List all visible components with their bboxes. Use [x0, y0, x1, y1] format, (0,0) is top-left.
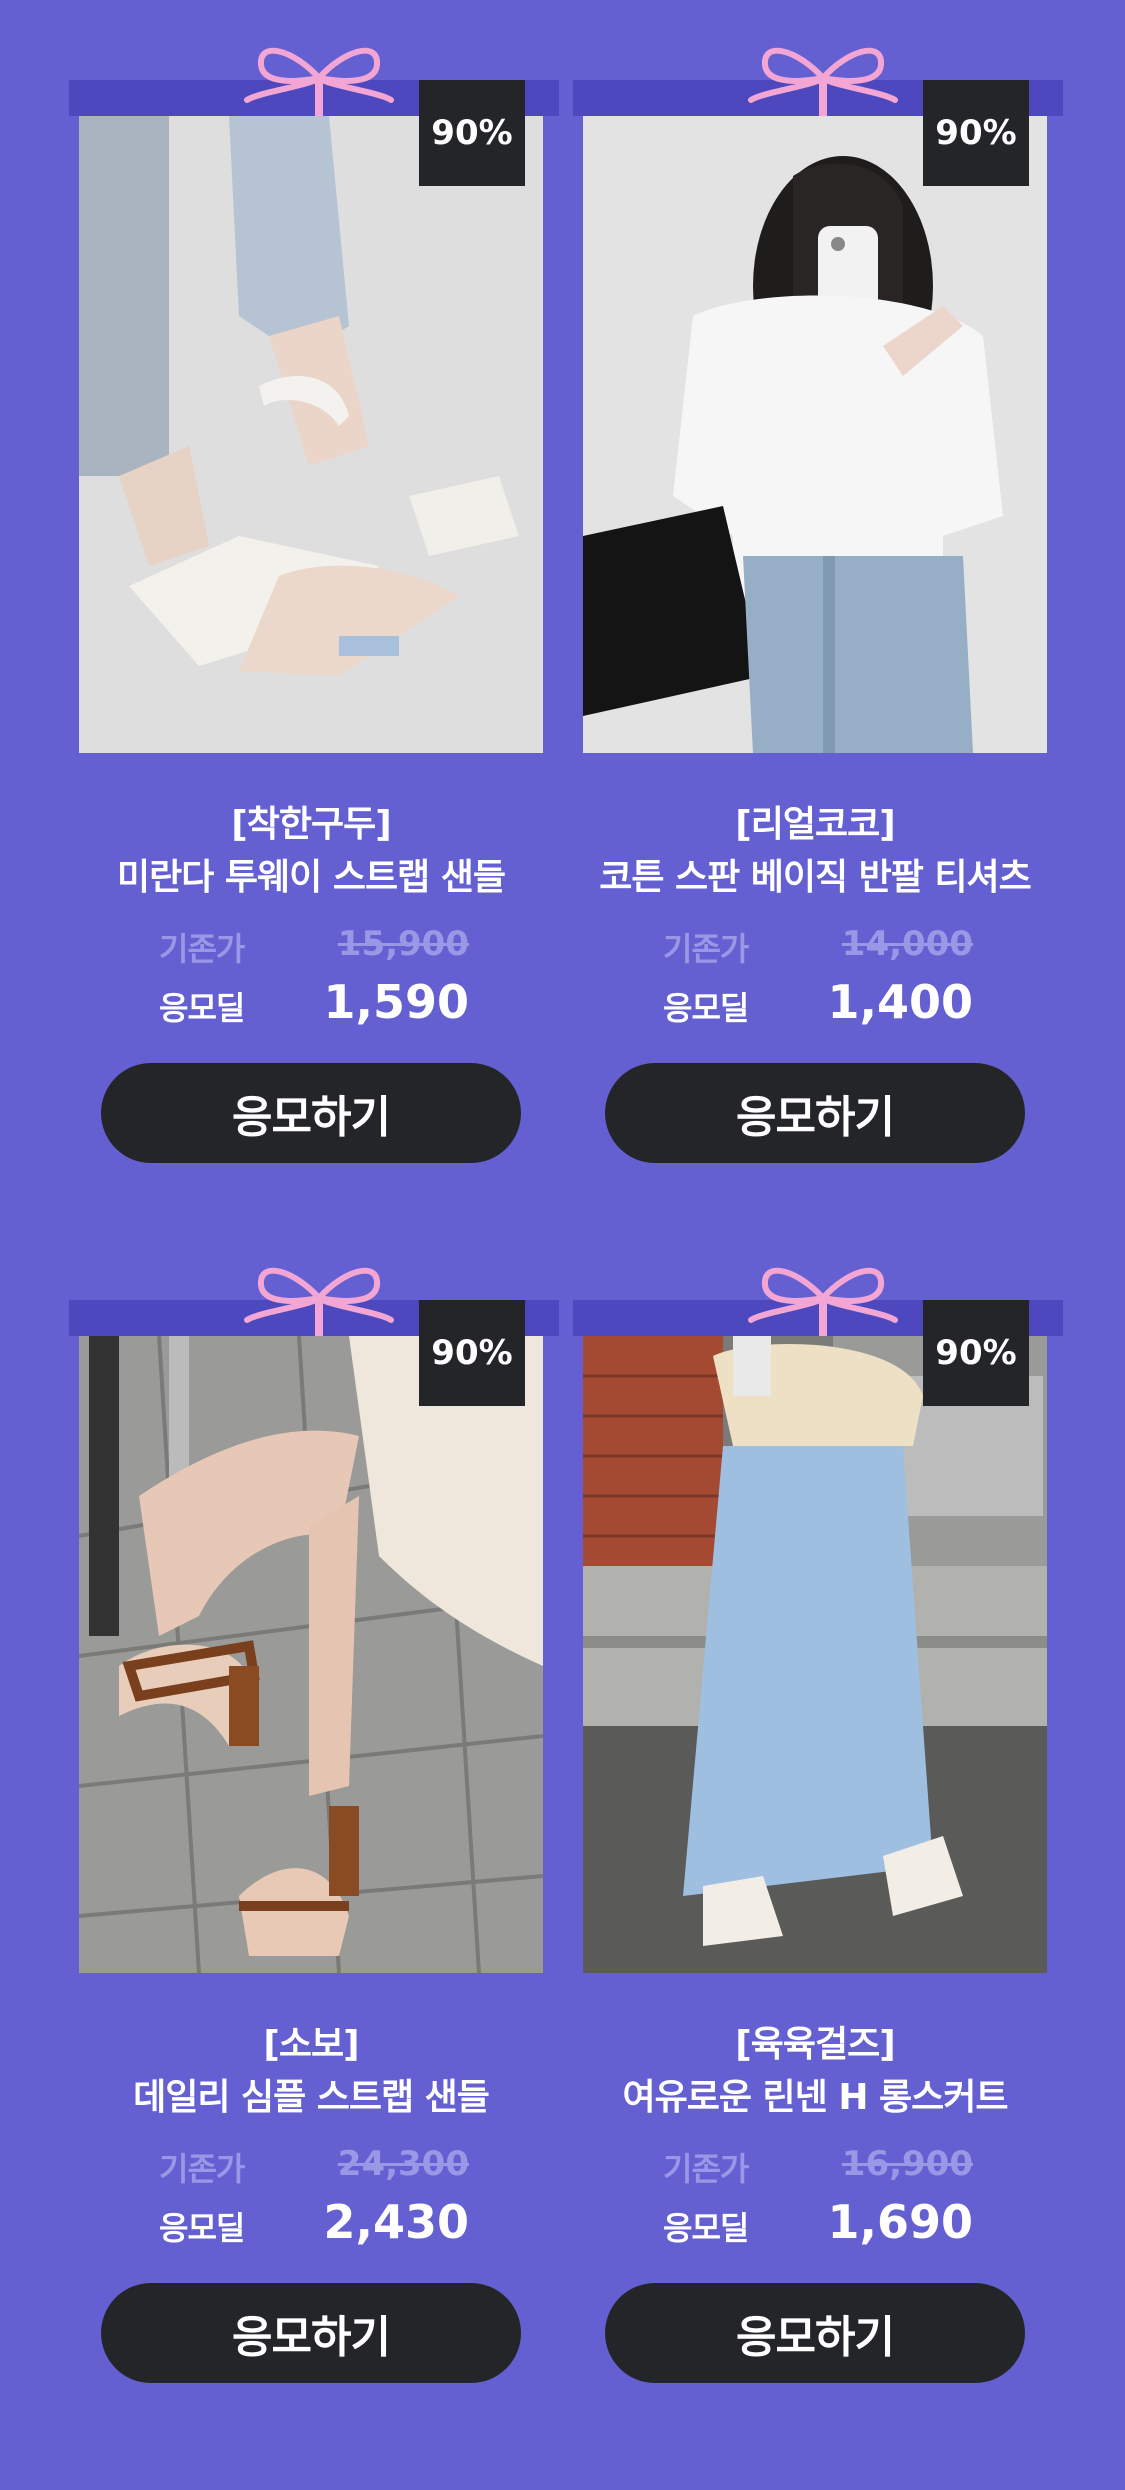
- product-image[interactable]: [583, 1336, 1047, 1973]
- brand-name: [리얼코코]: [735, 804, 895, 845]
- original-price: 15,900: [337, 924, 469, 964]
- original-price: 24,300: [337, 2144, 469, 2184]
- original-price-label: 기존가: [159, 930, 245, 968]
- deal-price-label: 응모딜: [663, 2209, 749, 2247]
- brand-name: [육육걸즈]: [735, 2024, 895, 2065]
- apply-button[interactable]: 응모하기: [605, 1063, 1025, 1163]
- original-price-row: 기존가 24,300: [139, 2140, 519, 2190]
- original-price-label: 기존가: [663, 2150, 749, 2188]
- product-image[interactable]: [79, 116, 543, 753]
- discount-badge: 90%: [923, 1300, 1029, 1406]
- deal-price: 2,430: [323, 2195, 469, 2249]
- original-price-label: 기존가: [159, 2150, 245, 2188]
- deal-price-row: 응모딜 2,430: [139, 2195, 519, 2249]
- bow-icon: [743, 1240, 903, 1340]
- bow-icon: [743, 20, 903, 120]
- apply-button[interactable]: 응모하기: [101, 1063, 521, 1163]
- original-price-row: 기존가 16,900: [643, 2140, 1023, 2190]
- deal-price: 1,690: [827, 2195, 973, 2249]
- brand-name: [소보]: [263, 2024, 359, 2065]
- deal-price-label: 응모딜: [663, 989, 749, 1027]
- deal-price-row: 응모딜 1,690: [643, 2195, 1023, 2249]
- product-name: 코튼 스판 베이직 반팔 티셔츠: [599, 857, 1032, 898]
- original-price-label: 기존가: [663, 930, 749, 968]
- deal-price-label: 응모딜: [159, 989, 245, 1027]
- bow-icon: [239, 20, 399, 120]
- product-name: 여유로운 린넨 H 롱스커트: [622, 2077, 1009, 2118]
- deal-price: 1,590: [323, 975, 469, 1029]
- product-name: 미란다 투웨이 스트랩 샌들: [117, 857, 506, 898]
- product-name: 데일리 심플 스트랩 샌들: [133, 2077, 490, 2118]
- original-price-row: 기존가 15,900: [139, 920, 519, 970]
- original-price-row: 기존가 14,000: [643, 920, 1023, 970]
- deal-price: 1,400: [827, 975, 973, 1029]
- original-price: 16,900: [841, 2144, 973, 2184]
- brand-name: [착한구두]: [231, 804, 391, 845]
- apply-button[interactable]: 응모하기: [101, 2283, 521, 2383]
- original-price: 14,000: [841, 924, 973, 964]
- bow-icon: [239, 1240, 399, 1340]
- deal-price-row: 응모딜 1,400: [643, 975, 1023, 1029]
- apply-button[interactable]: 응모하기: [605, 2283, 1025, 2383]
- deal-price-label: 응모딜: [159, 2209, 245, 2247]
- discount-badge: 90%: [419, 1300, 525, 1406]
- discount-badge: 90%: [419, 80, 525, 186]
- discount-badge: 90%: [923, 80, 1029, 186]
- product-image[interactable]: [79, 1336, 543, 1973]
- deal-price-row: 응모딜 1,590: [139, 975, 519, 1029]
- product-image[interactable]: [583, 116, 1047, 753]
